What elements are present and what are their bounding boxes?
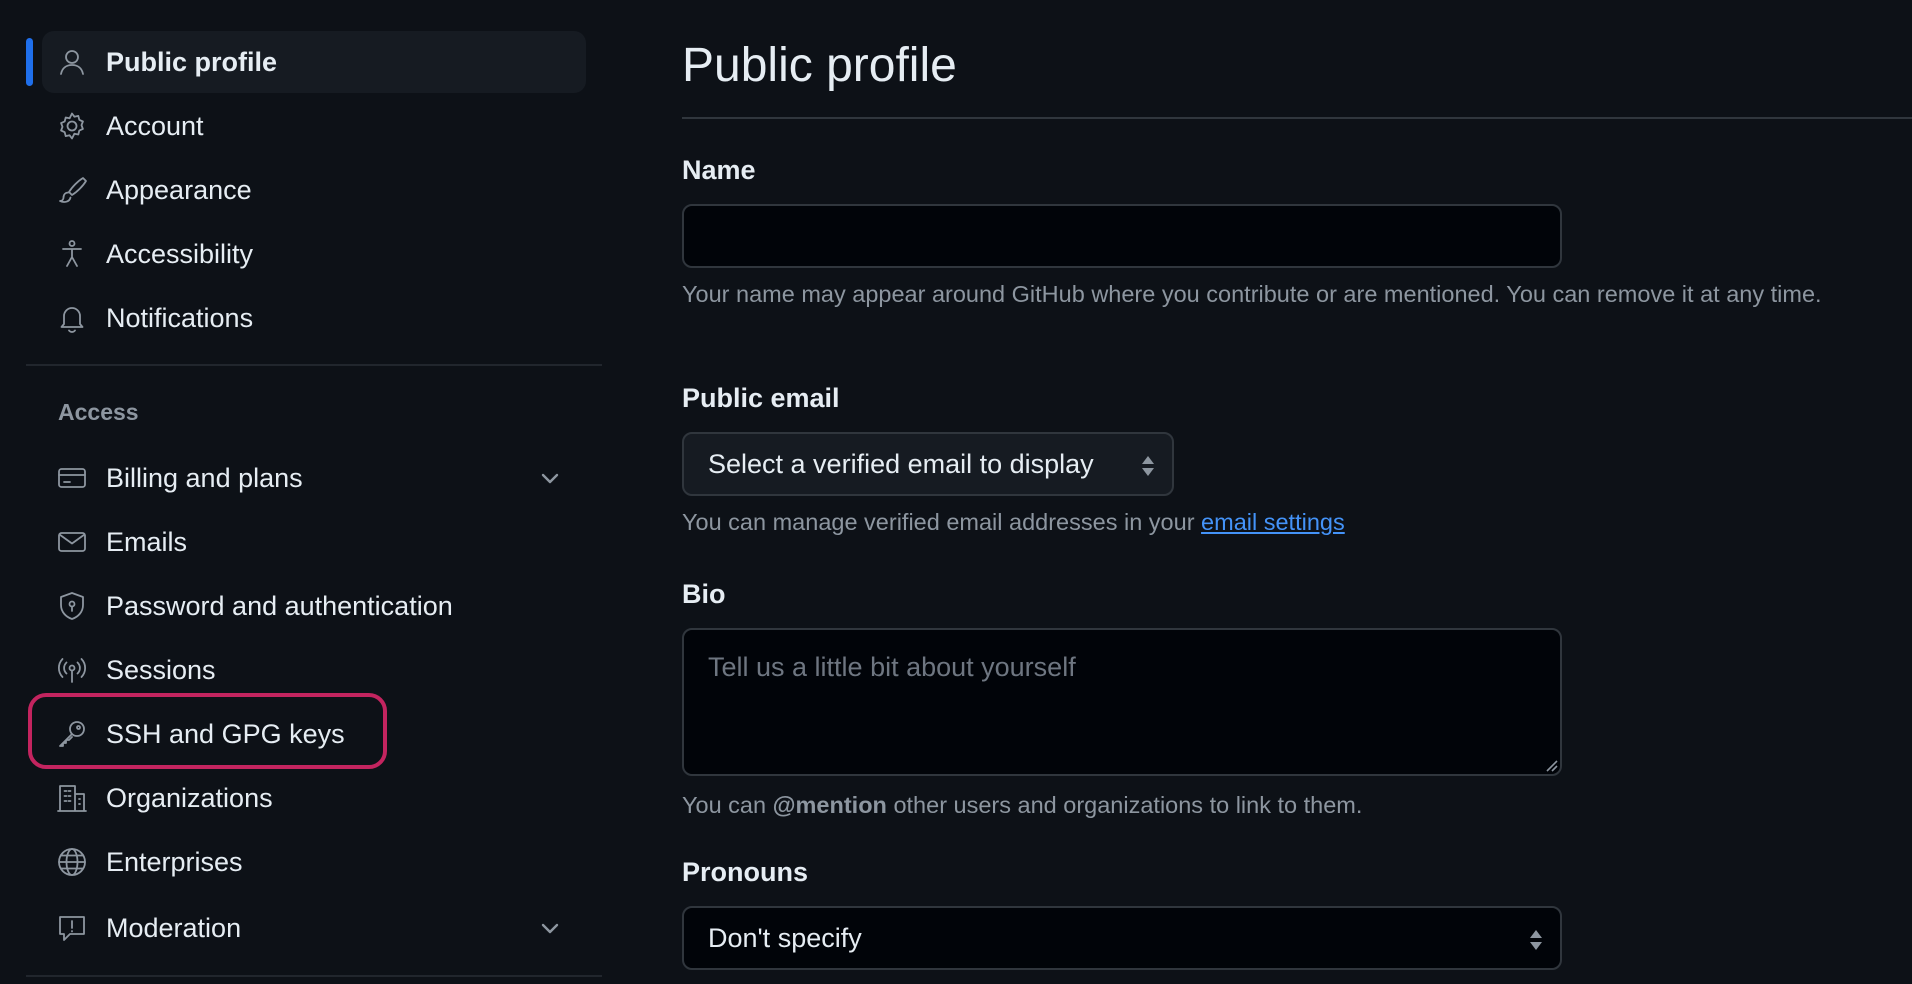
sidebar-item-label: Organizations [106, 783, 273, 813]
sidebar-divider [26, 364, 602, 366]
chevron-down-icon[interactable] [538, 916, 562, 940]
page-title: Public profile [682, 39, 957, 92]
select-arrows-icon [1528, 928, 1544, 952]
name-help-text: Your name may appear around GitHub where… [682, 281, 1822, 307]
key-icon [56, 718, 88, 750]
bio-help-prefix: You can [682, 792, 773, 818]
sidebar-item-organizations[interactable]: Organizations [42, 767, 586, 829]
accessibility-icon [56, 238, 88, 270]
sidebar-item-sessions[interactable]: Sessions [42, 639, 586, 701]
pronouns-select[interactable]: Don't specify [682, 906, 1562, 970]
sidebar-item-label: SSH and GPG keys [106, 719, 345, 749]
sidebar-item-label: Accessibility [106, 239, 254, 269]
sidebar-item-label: Public profile [106, 47, 278, 77]
bio-textarea[interactable] [682, 628, 1562, 776]
name-label: Name [682, 155, 756, 185]
globe-icon [56, 846, 88, 878]
sidebar-item-label: Enterprises [106, 847, 243, 877]
email-settings-link[interactable]: email settings [1201, 509, 1345, 535]
report-icon [56, 912, 88, 944]
gear-icon [56, 110, 88, 142]
settings-sidebar: Public profile Account Appearance Access… [0, 0, 604, 984]
sidebar-item-emails[interactable]: Emails [42, 511, 586, 573]
chevron-down-icon[interactable] [538, 466, 562, 490]
resize-handle-icon[interactable] [1544, 758, 1558, 772]
select-arrows-icon [1140, 454, 1156, 478]
active-indicator [26, 38, 33, 86]
sidebar-item-public-profile[interactable]: Public profile [42, 31, 586, 93]
section-heading-access: Access [58, 399, 139, 425]
sidebar-item-label: Appearance [106, 175, 252, 205]
bio-help-suffix: other users and organizations to link to… [886, 792, 1363, 818]
sidebar-item-billing[interactable]: Billing and plans [42, 447, 586, 509]
organization-icon [56, 782, 88, 814]
sidebar-item-accessibility[interactable]: Accessibility [42, 223, 586, 285]
sidebar-item-account[interactable]: Account [42, 95, 586, 157]
mail-icon [56, 526, 88, 558]
public-email-label: Public email [682, 383, 840, 413]
name-input[interactable] [682, 204, 1562, 268]
public-email-selected-value: Select a verified email to display [708, 448, 1094, 479]
sidebar-item-password[interactable]: Password and authentication [42, 575, 586, 637]
public-email-help-text: You can manage verified email addresses … [682, 504, 1345, 540]
sidebar-item-enterprises[interactable]: Enterprises [42, 831, 586, 893]
sidebar-item-label: Sessions [106, 655, 216, 685]
sidebar-item-label: Password and authentication [106, 591, 453, 621]
sidebar-item-label: Billing and plans [106, 463, 303, 493]
bio-label: Bio [682, 579, 726, 609]
main-content: Public profile Name Your name may appear… [682, 0, 1912, 984]
sidebar-item-label: Notifications [106, 303, 254, 333]
public-email-help-prefix: You can manage verified email addresses … [682, 509, 1202, 535]
sidebar-item-label: Moderation [106, 913, 242, 943]
public-email-select[interactable]: Select a verified email to display [682, 432, 1174, 496]
sidebar-item-ssh-gpg-keys[interactable]: SSH and GPG keys [42, 703, 586, 765]
sidebar-divider [26, 975, 602, 977]
pronouns-label: Pronouns [682, 857, 808, 887]
mention-text: @mention [772, 792, 887, 818]
broadcast-icon [56, 654, 88, 686]
sidebar-item-appearance[interactable]: Appearance [42, 159, 586, 221]
bell-icon [56, 302, 88, 334]
sidebar-item-moderation[interactable]: Moderation [42, 897, 586, 959]
sidebar-item-label: Emails [106, 527, 188, 557]
pronouns-selected-value: Don't specify [708, 922, 862, 953]
paintbrush-icon [56, 174, 88, 206]
sidebar-item-notifications[interactable]: Notifications [42, 287, 586, 349]
bio-help-text: You can @mention other users and organiz… [682, 787, 1362, 823]
shield-lock-icon [56, 590, 88, 622]
title-divider [682, 117, 1912, 119]
credit-card-icon [56, 462, 88, 494]
person-icon [56, 46, 88, 78]
sidebar-item-label: Account [106, 111, 204, 141]
